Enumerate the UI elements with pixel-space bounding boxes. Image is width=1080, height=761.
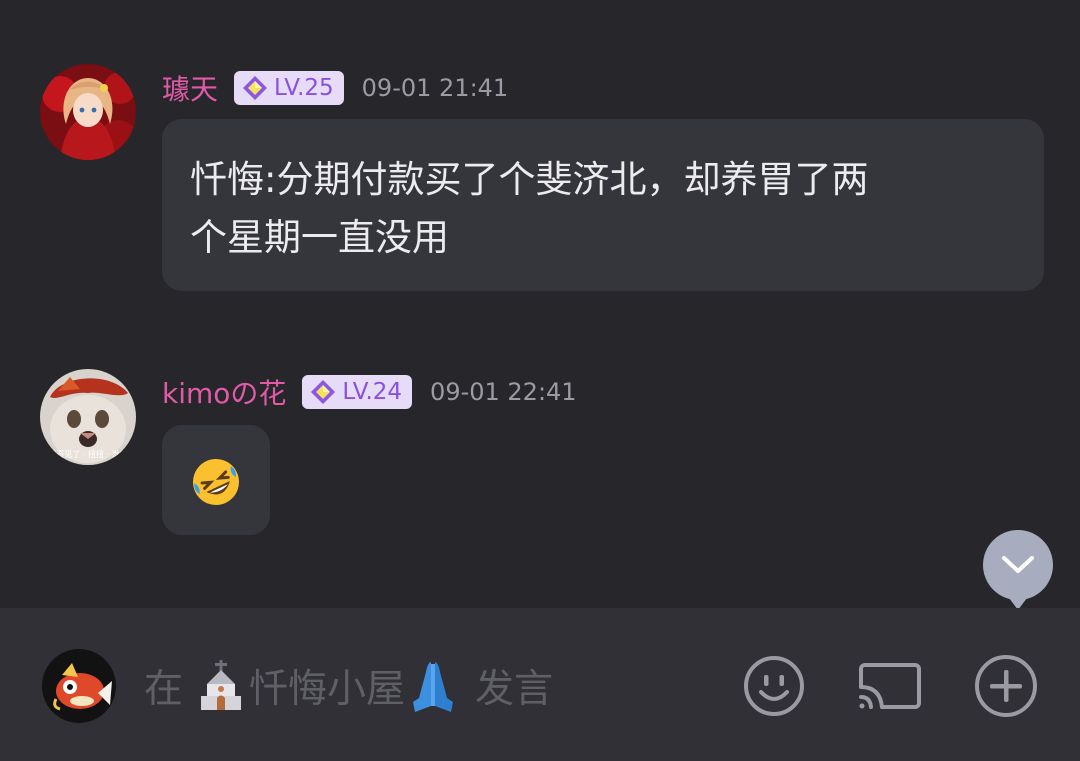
level-text: LV.25 [274,75,334,101]
cast-icon [858,663,921,710]
avatar-caption: 我看见了 · 扭扭 · 发疯 [48,449,127,459]
message-input[interactable]: 在 忏悔小屋 发言 [144,652,553,720]
message-text-line: 忏悔:分期付款买了个斐济北，却养胃了两 [190,158,869,201]
message-bubble[interactable]: 忏悔:分期付款买了个斐济北，却养胃了两 个星期一直没用 [162,119,1044,291]
level-badge: LV.25 [234,71,344,105]
church-icon [201,660,242,710]
pray-hands-icon [413,662,454,712]
chat-area: 璩天 LV.25 09-01 21:41 忏悔:分期付款买了个斐济北，却养胃了两… [0,0,1080,610]
avatar[interactable]: 我看见了 · 扭扭 · 发疯 [40,369,136,465]
message-header: kimoの花 LV.24 09-01 22:41 [162,372,577,412]
timestamp: 09-01 21:41 [361,74,509,102]
add-button[interactable] [974,654,1038,718]
timestamp: 09-01 22:41 [430,378,577,406]
chevron-down-icon [1002,556,1034,573]
message-text: 忏悔:分期付款买了个斐济北，却养胃了两 个星期一直没用 [190,151,1020,267]
input-suffix: 发言 [475,667,554,712]
username[interactable]: kimoの花 [162,372,286,412]
smiley-icon [744,656,804,716]
avatar[interactable] [40,64,136,160]
input-room-name: 忏悔小屋 [249,667,406,712]
composer-bar: 在 忏悔小屋 发言 [0,608,1080,761]
username[interactable]: 璩天 [162,68,218,108]
rofl-emoji [193,459,239,505]
emoji-button[interactable] [742,654,806,718]
input-prefix: 在 [144,667,184,712]
message-text-line: 个星期一直没用 [190,216,449,259]
cast-button[interactable] [858,654,922,718]
my-avatar[interactable] [42,649,116,723]
message-bubble[interactable] [162,425,270,535]
level-text: LV.24 [342,379,403,405]
level-badge: LV.24 [302,375,413,409]
plus-circle-icon [975,655,1037,717]
message-header: 璩天 LV.25 09-01 21:41 [162,68,508,108]
scroll-to-bottom-button[interactable] [983,530,1053,610]
gem-icon [311,380,336,404]
gem-icon [243,76,268,100]
